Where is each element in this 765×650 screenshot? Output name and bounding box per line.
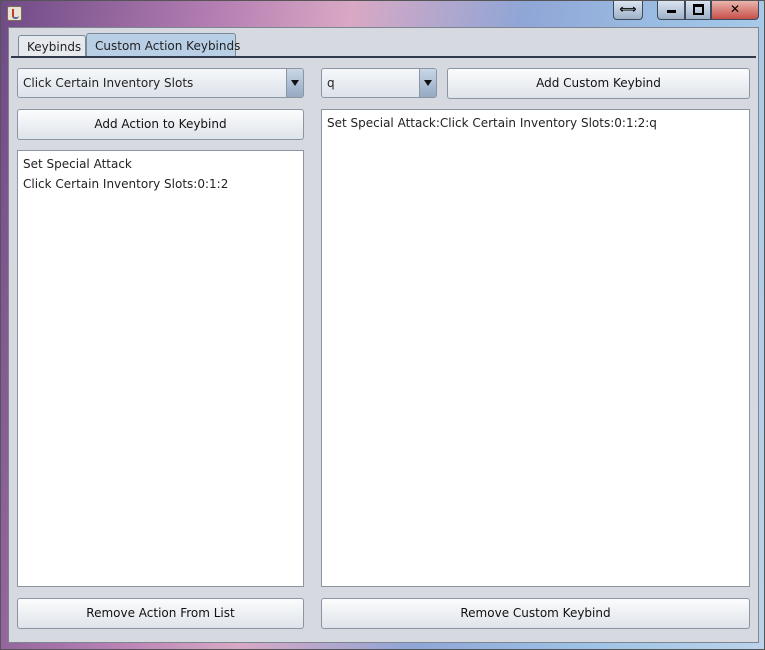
chevron-down-icon[interactable] xyxy=(286,69,303,97)
tab-custom-action-keybinds[interactable]: Custom Action Keybinds xyxy=(86,33,240,57)
list-item[interactable]: Set Special Attack:Click Certain Invento… xyxy=(327,113,744,133)
close-button[interactable]: ✕ xyxy=(711,1,759,20)
key-select[interactable]: q xyxy=(321,68,437,98)
maximize-button[interactable] xyxy=(685,1,711,20)
list-item[interactable]: Set Special Attack xyxy=(23,154,298,174)
title-bar[interactable]: ⟺ ✕ xyxy=(1,1,764,27)
custom-keybinds-list[interactable]: Set Special Attack:Click Certain Invento… xyxy=(321,109,750,587)
remove-custom-keybind-button[interactable]: Remove Custom Keybind xyxy=(321,598,750,629)
actions-list[interactable]: Set Special Attack Click Certain Invento… xyxy=(17,150,304,587)
tab-divider xyxy=(11,56,756,58)
tab-keybinds[interactable]: Keybinds xyxy=(18,35,86,57)
maximize-icon xyxy=(686,1,710,20)
list-item[interactable]: Click Certain Inventory Slots:0:1:2 xyxy=(23,174,298,194)
minimize-button[interactable] xyxy=(657,1,685,20)
application-window: ⟺ ✕ Keybinds Custom Action Keybinds Clic… xyxy=(0,0,765,650)
resize-icon: ⟺ xyxy=(619,2,637,16)
java-app-icon[interactable] xyxy=(7,6,22,21)
close-icon: ✕ xyxy=(729,2,741,16)
remove-action-button[interactable]: Remove Action From List xyxy=(17,598,304,629)
content-pane: Keybinds Custom Action Keybinds Click Ce… xyxy=(8,27,759,643)
add-action-button[interactable]: Add Action to Keybind xyxy=(17,109,304,140)
add-custom-keybind-button[interactable]: Add Custom Keybind xyxy=(447,68,750,99)
chevron-down-icon[interactable] xyxy=(419,69,436,97)
key-select-value: q xyxy=(327,76,335,90)
action-select-value: Click Certain Inventory Slots xyxy=(23,76,194,90)
action-select[interactable]: Click Certain Inventory Slots xyxy=(17,68,304,98)
resize-button[interactable]: ⟺ xyxy=(613,1,643,20)
minimize-icon xyxy=(658,1,684,18)
